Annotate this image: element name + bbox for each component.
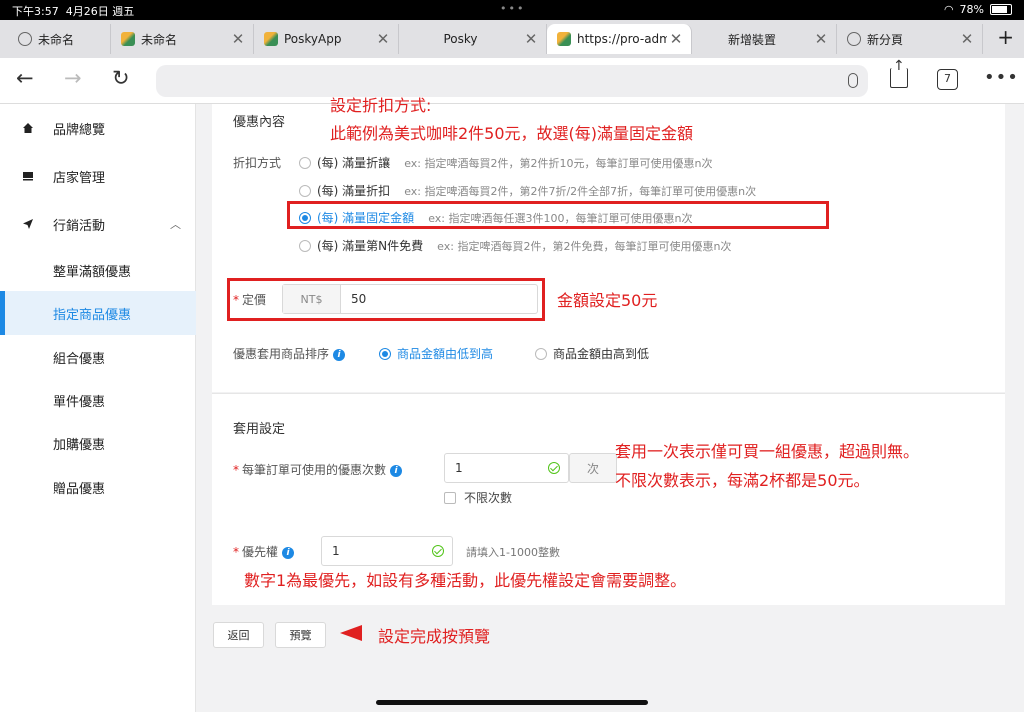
battery-percent: 78% <box>959 3 984 16</box>
discount-option-rebate[interactable]: (每) 滿量折讓 ex: 指定啤酒每買2件，第2件折10元，每筆訂單可使用優惠n… <box>299 154 712 171</box>
info-icon: i <box>390 464 403 477</box>
sidebar-item-product-discount[interactable]: 指定商品優惠 <box>0 291 196 335</box>
close-icon[interactable]: ✕ <box>229 30 247 48</box>
annotation-arrow-icon <box>340 625 362 641</box>
discount-content-title: 優惠內容 <box>233 115 286 130</box>
battery-icon <box>990 4 1012 15</box>
sidebar-item-combo[interactable]: 組合優惠 <box>0 335 196 379</box>
close-icon[interactable]: ✕ <box>958 30 976 48</box>
chevron-up-icon: ︿ <box>170 218 181 231</box>
check-circle-icon <box>548 462 560 474</box>
tab-6[interactable]: 新分頁 ✕ <box>837 24 983 54</box>
sort-option-high-to-low[interactable]: 商品金額由高到低 <box>535 345 649 362</box>
status-right: ◠ 78% <box>944 3 1012 16</box>
home-indicator[interactable] <box>376 700 648 705</box>
annotation-preview: 設定完成按預覽 <box>378 627 491 646</box>
close-icon[interactable]: ✕ <box>812 30 830 48</box>
annotation-price: 金額設定50元 <box>557 291 658 310</box>
sidebar-item-store-management[interactable]: 店家管理 <box>0 154 196 198</box>
site-logo-icon <box>121 32 135 46</box>
wifi-icon: ◠ <box>943 3 954 16</box>
radio-icon[interactable] <box>535 347 547 360</box>
discount-option-percent[interactable]: (每) 滿量折扣 ex: 指定啤酒每買2件，第2件7折/2件全部7折，每筆訂單可… <box>299 182 756 199</box>
new-tab-button[interactable]: + <box>997 25 1014 49</box>
annotation-usage-line1: 套用一次表示僅可買一組優惠，超過則無。 <box>615 442 920 461</box>
discount-method-label: 折扣方式 <box>233 156 282 170</box>
priority-hint: 請填入1-1000整數 <box>466 546 560 559</box>
tab-0[interactable]: 未命名 <box>8 24 111 54</box>
sidebar-item-single-item[interactable]: 單件優惠 <box>0 378 196 422</box>
apply-settings-title: 套用設定 <box>233 422 286 437</box>
annotation-priority: 數字1為最優先，如設有多種活動，此優先權設定會需要調整。 <box>244 571 687 590</box>
share-icon[interactable] <box>890 58 908 88</box>
sidebar: 品牌總覽 店家管理 行銷活動 ︿ 整單滿額優惠 指定商品優惠 組合優惠 單件優惠… <box>0 104 196 712</box>
sort-label: 優惠套用商品排序 i <box>233 345 346 362</box>
globe-icon <box>18 32 32 46</box>
site-logo-icon <box>264 32 278 46</box>
sidebar-item-marketing[interactable]: 行銷活動 ︿ <box>0 202 196 246</box>
radio-checked-icon[interactable] <box>379 347 391 360</box>
usage-input[interactable]: 1 <box>444 453 569 483</box>
send-icon <box>23 219 33 229</box>
radio-icon[interactable] <box>299 156 311 169</box>
more-icon[interactable]: ••• <box>984 67 1019 88</box>
browser-toolbar: ← → ↻ 7 ••• <box>0 58 1024 104</box>
microphone-icon[interactable] <box>848 73 858 88</box>
close-icon[interactable]: ✕ <box>522 30 540 48</box>
priority-label: * 優先權 i <box>233 543 295 560</box>
back-button[interactable]: 返回 <box>213 622 264 648</box>
store-icon <box>23 172 33 181</box>
reload-icon[interactable]: ↻ <box>112 66 130 90</box>
sidebar-item-add-on[interactable]: 加購優惠 <box>0 421 196 465</box>
checkbox-icon[interactable] <box>444 491 456 504</box>
tab-overview-button[interactable]: 7 <box>937 69 958 90</box>
info-icon: i <box>333 348 346 361</box>
preview-button[interactable]: 預覽 <box>275 622 326 648</box>
sidebar-item-order-threshold[interactable]: 整單滿額優惠 <box>0 248 196 292</box>
radio-icon[interactable] <box>299 239 311 252</box>
forward-arrow-icon[interactable]: → <box>64 66 82 90</box>
annotation-discount-line1: 設定折扣方式: <box>330 96 432 115</box>
usage-suffix: 次 <box>569 453 617 483</box>
usage-label: * 每筆訂單可使用的優惠次數 i <box>233 461 403 478</box>
tab-1[interactable]: 未命名 ✕ <box>111 24 254 54</box>
sidebar-item-gift[interactable]: 贈品優惠 <box>0 465 196 509</box>
priority-value: 1 <box>332 544 340 558</box>
check-circle-icon <box>432 545 444 557</box>
annotation-usage-line2: 不限次數表示，每滿2杯都是50元。 <box>615 471 870 490</box>
sort-option-low-to-high[interactable]: 商品金額由低到高 <box>379 345 493 362</box>
sidebar-item-brand-overview[interactable]: 品牌總覽 <box>0 106 196 150</box>
site-logo-icon <box>557 32 571 46</box>
annotation-discount-line2: 此範例為美式咖啡2件50元，故選(每)滿量固定金額 <box>330 124 694 143</box>
close-icon[interactable]: ✕ <box>667 30 685 48</box>
close-icon[interactable]: ✕ <box>374 30 392 48</box>
globe-icon <box>847 32 861 46</box>
status-bar: 下午3:57 4月26日 週五 ••• ◠ 78% <box>0 0 1024 20</box>
back-arrow-icon[interactable]: ← <box>16 66 34 90</box>
annotation-highlight-price <box>227 278 545 321</box>
multitask-dots[interactable]: ••• <box>500 2 525 15</box>
info-icon: i <box>282 546 295 559</box>
usage-value: 1 <box>455 461 463 475</box>
tab-4[interactable]: https://pro-adm ✕ <box>547 24 692 54</box>
tab-2[interactable]: PoskyApp ✕ <box>254 24 399 54</box>
annotation-highlight-fixed-amount <box>287 201 829 229</box>
home-icon <box>23 123 33 133</box>
tab-3[interactable]: Posky ✕ <box>399 24 547 54</box>
radio-icon[interactable] <box>299 184 311 197</box>
priority-input[interactable]: 1 <box>321 536 453 566</box>
unlimited-checkbox[interactable]: 不限次數 <box>444 489 512 506</box>
address-bar[interactable] <box>156 65 868 97</box>
discount-option-nth-free[interactable]: (每) 滿量第N件免費 ex: 指定啤酒每買2件，第2件免費，每筆訂單可使用優惠… <box>299 237 731 254</box>
browser-tab-bar: 未命名 未命名 ✕ PoskyApp ✕ Posky ✕ https://pro… <box>0 20 1024 58</box>
tab-5[interactable]: 新增裝置 ✕ <box>692 24 837 54</box>
status-time: 下午3:57 4月26日 週五 <box>12 5 135 18</box>
